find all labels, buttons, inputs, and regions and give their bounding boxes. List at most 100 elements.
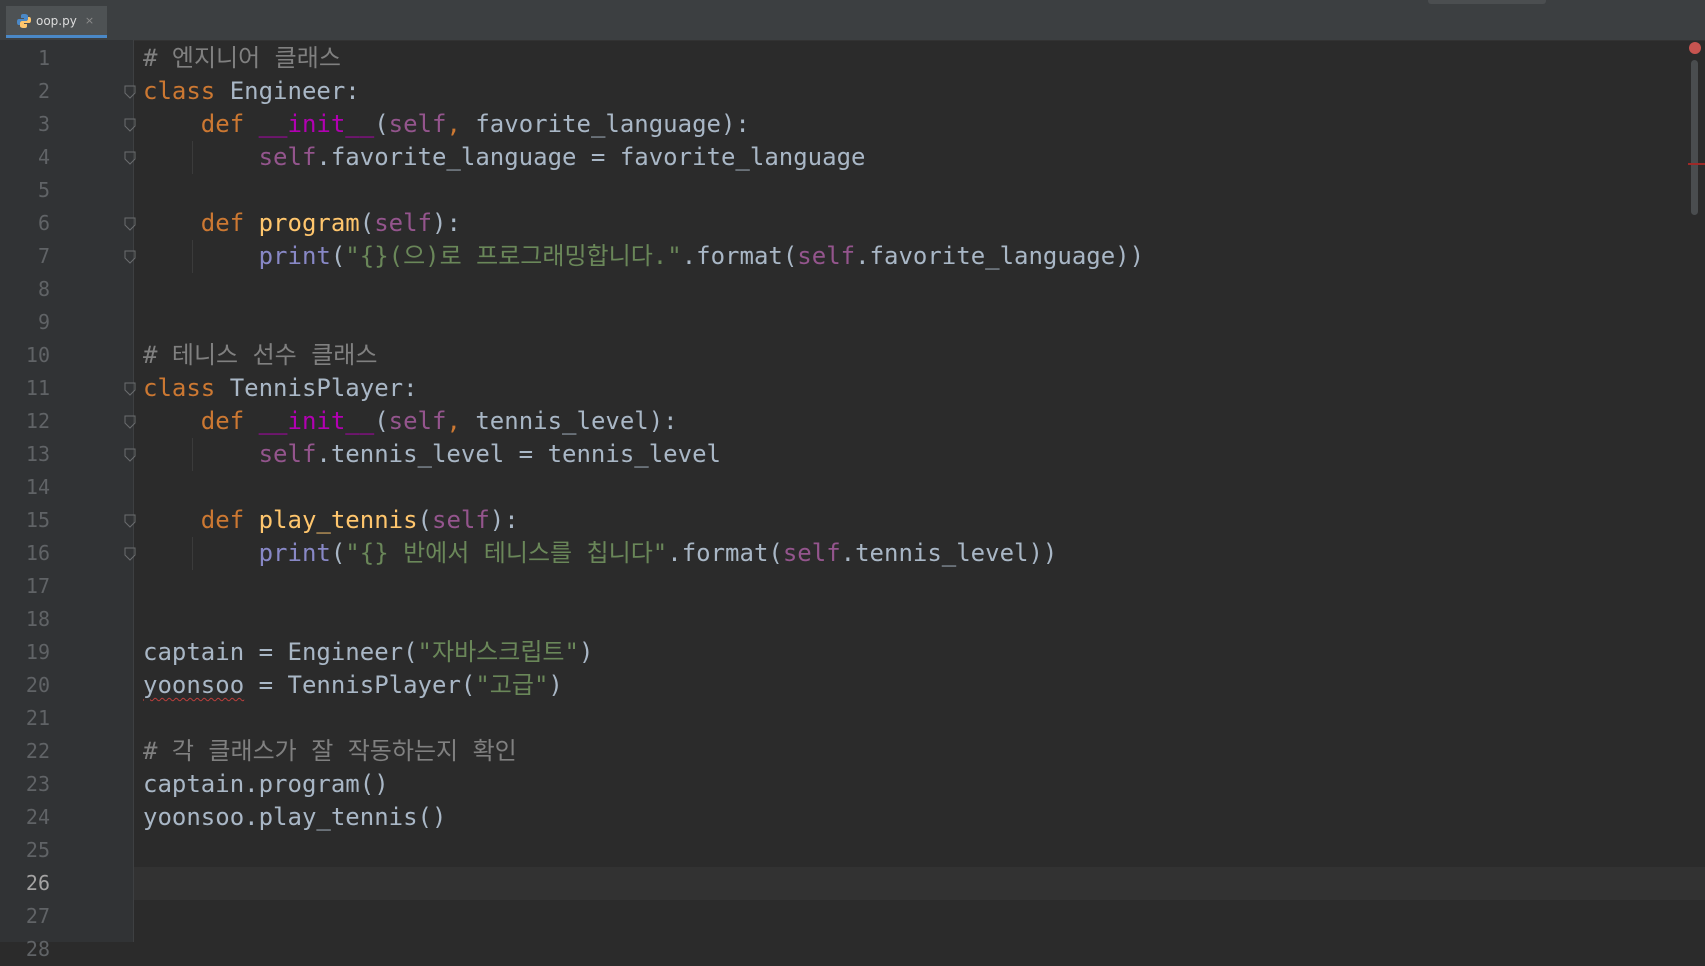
code-token: ( [359,209,375,237]
code-token: class [143,77,230,105]
code-token: .format( [667,539,783,567]
code-token: ): [489,506,519,534]
line-number[interactable]: 11 [0,372,50,405]
code-token: self [782,539,841,567]
line-number[interactable]: 5 [0,174,50,207]
tab-filename: oop.py [36,13,77,28]
code-line[interactable]: captain.program() [143,768,389,801]
code-line[interactable]: yoonsoo = TennisPlayer("고급") [143,669,563,702]
code-token: yoonsoo.play_tennis() [143,803,447,831]
code-token: = TennisPlayer( [244,671,476,699]
code-token: self [374,209,432,237]
code-line[interactable]: # 각 클래스가 잘 작동하는지 확인 [143,735,517,768]
error-dot-icon[interactable] [1689,42,1701,54]
code-token: Engineer: [229,77,360,105]
line-number[interactable]: 24 [0,801,50,834]
code-line[interactable]: # 테니스 선수 클래스 [143,339,377,372]
code-token: ( [374,110,389,138]
line-number[interactable]: 19 [0,636,50,669]
line-number[interactable]: 14 [0,471,50,504]
code-token: ( [330,242,346,270]
line-number[interactable]: 7 [0,240,50,273]
line-number[interactable]: 26 [0,867,50,900]
line-number[interactable]: 28 [0,933,50,966]
code-token: def [200,209,259,237]
line-number[interactable]: 8 [0,273,50,306]
line-number[interactable]: 10 [0,339,50,372]
code-token: .format( [681,242,798,270]
code-token: tennis_level): [475,407,678,435]
line-number[interactable]: 27 [0,900,50,933]
code-token: play_tennis [258,506,418,534]
line-number[interactable]: 3 [0,108,50,141]
line-number[interactable]: 4 [0,141,50,174]
line-number[interactable]: 6 [0,207,50,240]
code-line[interactable]: self.favorite_language = favorite_langua… [143,141,866,174]
line-number[interactable]: 21 [0,702,50,735]
code-token: def [200,407,259,435]
line-number[interactable]: 15 [0,504,50,537]
code-line[interactable]: self.tennis_level = tennis_level [143,438,721,471]
code-line[interactable]: class TennisPlayer: [143,372,418,405]
code-editor[interactable]: # 엔지니어 클래스 class Engineer: def __init__(s… [134,40,1705,942]
code-token: ): [432,209,461,237]
code-token: captain = Engineer( [143,638,418,666]
code-token: # 테니스 선수 클래스 [143,341,378,369]
code-line[interactable]: def play_tennis(self): [143,504,519,537]
tab-close-icon[interactable]: × [85,14,94,27]
code-token: TennisPlayer: [229,374,418,402]
line-number-gutter[interactable]: 1 2 3 4 5 6 7 8 9 10 11 12 13 14 15 16 17 18 19 20 21 22 23 24 2… [0,40,136,961]
line-number[interactable]: 16 [0,537,50,570]
line-number[interactable]: 9 [0,306,50,339]
python-file-icon [17,13,31,28]
code-token: self [258,440,317,468]
code-token: print [258,539,331,567]
code-token: __init__ [258,407,375,435]
code-token: .favorite_language = favorite_language [316,143,866,171]
code-token: self [797,242,856,270]
code-token: .favorite_language)) [855,242,1145,270]
tab-oop-py[interactable]: oop.py × [6,6,107,38]
code-line[interactable]: print("{}(으)로 프로그래밍합니다.".format(self.fav… [143,240,1144,273]
line-number[interactable]: 22 [0,735,50,768]
code-line[interactable]: def program(self): [143,207,461,240]
code-line[interactable]: print("{} 반에서 테니스를 칩니다".format(self.tenn… [143,537,1058,570]
code-line[interactable]: def __init__(self, tennis_level): [143,405,678,438]
code-line[interactable]: captain = Engineer("자바스크립트") [143,636,593,669]
line-number[interactable]: 18 [0,603,50,636]
toolbar-handle[interactable] [1428,0,1546,4]
error-stripe-marker[interactable] [1688,163,1705,165]
code-token: "{}(으)로 프로그래밍합니다." [345,242,682,270]
code-line[interactable]: class Engineer: [143,75,360,108]
code-token: "고급" [475,671,549,699]
line-number[interactable]: 25 [0,834,50,867]
code-line[interactable]: def __init__(self, favorite_language): [143,108,750,141]
vertical-scrollbar[interactable] [1691,60,1698,215]
line-number[interactable]: 20 [0,669,50,702]
line-number[interactable]: 12 [0,405,50,438]
code-token: ) [548,671,563,699]
line-number[interactable]: 2 [0,75,50,108]
line-number[interactable]: 13 [0,438,50,471]
code-token: , [446,407,476,435]
code-token: __init__ [258,110,375,138]
code-token: "{} 반에서 테니스를 칩니다" [345,539,668,567]
code-token: favorite_language): [475,110,750,138]
line-number[interactable]: 17 [0,570,50,603]
line-number[interactable]: 1 [0,42,50,75]
code-token: self [388,407,447,435]
code-token: def [200,506,259,534]
code-line[interactable]: yoonsoo.play_tennis() [143,801,446,834]
code-line[interactable]: # 엔지니어 클래스 [143,42,341,75]
code-token: # 엔지니어 클래스 [143,44,341,72]
line-number[interactable]: 23 [0,768,50,801]
code-token: self [258,143,317,171]
code-token: self [388,110,447,138]
